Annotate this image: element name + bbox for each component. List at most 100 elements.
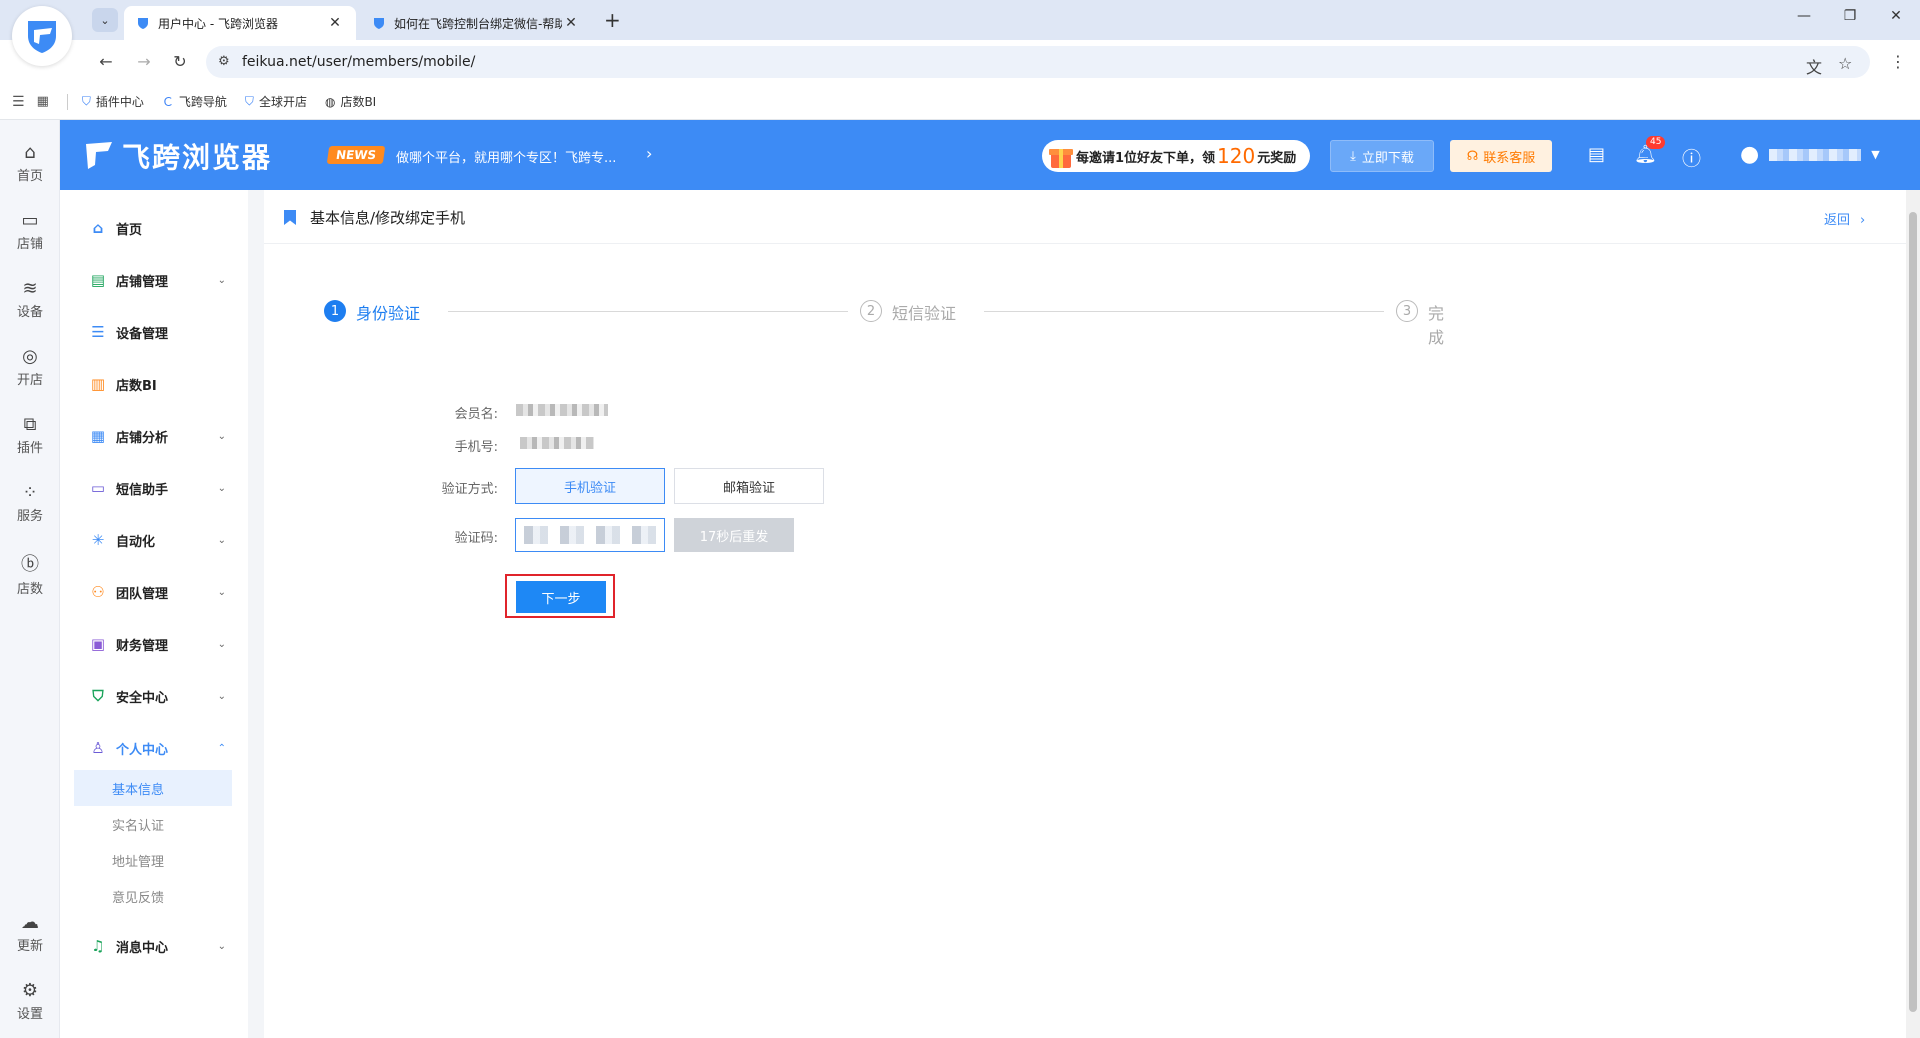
- menu-item-message-center[interactable]: ♫ 消息中心 ⌄: [60, 926, 248, 966]
- menu-item-automation[interactable]: ✳ 自动化 ⌄: [60, 520, 248, 560]
- submenu-item-real-name[interactable]: 实名认证: [74, 806, 232, 842]
- rail-item-home[interactable]: ⌂ 首页: [0, 142, 60, 184]
- close-icon[interactable]: ✕: [326, 15, 344, 31]
- rail-item-store[interactable]: ▭ 店铺: [0, 210, 60, 252]
- chevron-down-icon: ⌄: [217, 586, 226, 598]
- chevron-down-icon: ⌄: [217, 534, 226, 546]
- chevron-right-icon[interactable]: ›: [646, 144, 652, 163]
- chevron-up-icon: ⌃: [217, 742, 226, 754]
- brand-logo[interactable]: 飞跨浏览器: [82, 136, 272, 176]
- page-title: 基本信息/修改绑定手机: [310, 209, 466, 227]
- menu-item-sms-assistant[interactable]: ▭ 短信助手 ⌄: [60, 468, 248, 508]
- caret-down-icon: ▼: [1871, 148, 1880, 161]
- page-scrollbar[interactable]: [1906, 190, 1920, 1038]
- verify-code-input[interactable]: [515, 518, 665, 552]
- scrollbar-thumb[interactable]: [1909, 212, 1917, 1012]
- url-text: feikua.net/user/members/mobile/: [242, 54, 476, 70]
- user-name-redacted: [1769, 148, 1862, 161]
- menu-item-finance-management[interactable]: ▣ 财务管理 ⌄: [60, 624, 248, 664]
- bookmark-plugin-center[interactable]: ⛉ 插件中心: [82, 93, 144, 110]
- menu-item-home[interactable]: ⌂ 首页: [60, 208, 248, 248]
- team-icon: ⚇: [91, 583, 105, 601]
- step-connector: [448, 311, 848, 312]
- sidebar-toggle-icon[interactable]: ☰: [12, 94, 25, 110]
- step-1-circle: 1: [324, 300, 346, 322]
- news-badge: NEWS: [326, 146, 386, 164]
- menu-item-device-management[interactable]: ☰ 设备管理: [60, 312, 248, 352]
- tab-help-article[interactable]: 如何在飞跨控制台绑定微信-帮助 ✕: [360, 6, 592, 40]
- forward-arrow-icon[interactable]: →: [134, 52, 154, 71]
- menu-item-store-bi[interactable]: ▥ 店数BI: [60, 364, 248, 404]
- phone-number-redacted: [520, 437, 594, 449]
- step-1-label: 身份验证: [356, 304, 421, 323]
- resend-code-button[interactable]: 17秒后重发: [674, 518, 794, 552]
- feikua-tab-icon: [374, 18, 384, 29]
- home-icon: ⌂: [24, 142, 36, 163]
- email-verify-option[interactable]: 邮箱验证: [674, 468, 824, 504]
- minimize-icon[interactable]: —: [1794, 8, 1814, 24]
- apps-grid-icon[interactable]: ▦: [37, 94, 49, 109]
- chevron-down-icon: ⌄: [217, 482, 226, 494]
- server-icon: ☰: [91, 323, 105, 341]
- more-menu-icon[interactable]: ⋮: [1890, 52, 1906, 71]
- document-icon[interactable]: ▤: [1588, 144, 1605, 165]
- phone-verify-option[interactable]: 手机验证: [515, 468, 665, 504]
- star-icon[interactable]: ☆: [1838, 54, 1852, 73]
- store-icon: ▭: [21, 210, 39, 231]
- rail-item-update[interactable]: ☁ 更新: [0, 912, 60, 954]
- submenu-item-basic-info[interactable]: 基本信息: [74, 770, 232, 806]
- menu-item-security-center[interactable]: ⛉ 安全中心 ⌄: [60, 676, 248, 716]
- tab-search-button[interactable]: ⌄: [92, 8, 118, 32]
- site-info-icon[interactable]: ⚙: [218, 54, 230, 69]
- wallet-icon: ▣: [90, 635, 106, 653]
- submenu-item-address[interactable]: 地址管理: [74, 842, 232, 878]
- menu-item-personal-center[interactable]: ♙ 个人中心 ⌃: [60, 728, 248, 768]
- reload-icon[interactable]: ↻: [170, 52, 190, 71]
- user-menu[interactable]: ● ▼: [1740, 142, 1880, 167]
- translate-icon[interactable]: 文: [1806, 54, 1822, 78]
- window-close-icon[interactable]: ✕: [1886, 8, 1906, 24]
- back-link[interactable]: 返回 ›: [1824, 209, 1865, 228]
- menu-scroll-gutter: [248, 190, 264, 1038]
- store-icon: ▤: [90, 271, 106, 289]
- rail-item-service[interactable]: ⁘ 服务: [0, 482, 60, 524]
- download-button[interactable]: ⤓ 立即下载: [1330, 140, 1434, 172]
- new-tab-plus-icon[interactable]: +: [604, 8, 621, 32]
- close-icon[interactable]: ✕: [562, 15, 580, 31]
- rail-item-open-store[interactable]: ◎ 开店: [0, 346, 60, 388]
- shield-logo-icon: [28, 21, 56, 53]
- verify-code-redacted: [524, 526, 658, 544]
- menu-item-store-analysis[interactable]: ▦ 店铺分析 ⌄: [60, 416, 248, 456]
- bookmark-global-store[interactable]: ⛉ 全球开店: [245, 93, 307, 110]
- bookmark-navigation[interactable]: Ｃ 飞跨导航: [162, 93, 227, 110]
- submenu-item-feedback[interactable]: 意见反馈: [74, 878, 232, 914]
- step-2-label: 短信验证: [892, 304, 957, 323]
- step-2-circle: 2: [860, 300, 882, 322]
- rail-item-store-data[interactable]: ⓑ 店数: [0, 550, 60, 597]
- news-ticker[interactable]: 做哪个平台，就用哪个专区！飞跨专...: [396, 147, 616, 166]
- contact-support-button[interactable]: ☊ 联系客服: [1450, 140, 1552, 172]
- rail-item-device[interactable]: ≋ 设备: [0, 278, 60, 320]
- tab-user-center[interactable]: 用户中心 - 飞跨浏览器 ✕: [124, 6, 356, 40]
- home-icon: ⌂: [92, 219, 104, 237]
- menu-item-store-management[interactable]: ▤ 店铺管理 ⌄: [60, 260, 248, 300]
- menu-item-team-management[interactable]: ⚇ 团队管理 ⌄: [60, 572, 248, 612]
- verify-code-label: 验证码:: [454, 531, 498, 546]
- rail-item-settings[interactable]: ⚙ 设置: [0, 980, 60, 1022]
- chevron-right-icon: ›: [1860, 213, 1866, 228]
- restore-icon[interactable]: ❐: [1840, 8, 1860, 24]
- back-arrow-icon[interactable]: ←: [96, 52, 116, 71]
- bookmark-store-bi[interactable]: ◍ 店数BI: [325, 93, 376, 110]
- next-step-button[interactable]: 下一步: [516, 581, 606, 613]
- invite-reward-banner[interactable]: 每邀请1位好友下单，领 120 元奖励: [1042, 140, 1311, 172]
- tab-title: 如何在飞跨控制台绑定微信-帮助: [394, 16, 562, 31]
- browser-logo[interactable]: [12, 6, 72, 66]
- headset-icon: ☊: [1466, 148, 1479, 164]
- help-icon[interactable]: ⓘ: [1682, 144, 1701, 171]
- url-input[interactable]: ⚙ feikua.net/user/members/mobile/ 文 ☆: [206, 46, 1870, 78]
- side-menu: ⌂ 首页 ▤ 店铺管理 ⌄ ☰ 设备管理 ▥ 店数BI ▦ 店铺分析 ⌄ ▭ 短信助手 ⌄ ✳ 自动…: [60, 190, 248, 1038]
- phone-label: 手机号:: [454, 440, 498, 455]
- rail-item-plugin[interactable]: ⧉ 插件: [0, 414, 60, 456]
- chevron-down-icon: ⌄: [217, 638, 226, 650]
- four-dots-icon: ⁘: [22, 482, 38, 503]
